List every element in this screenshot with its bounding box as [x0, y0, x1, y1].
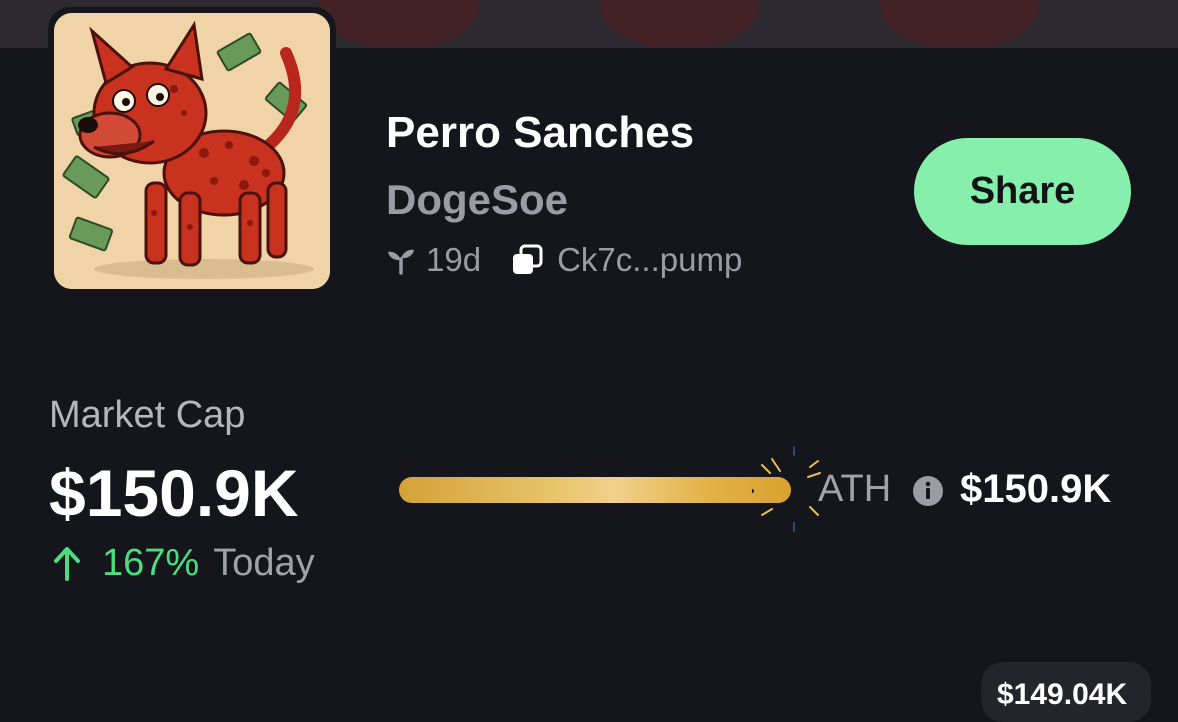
ath-label: ATH: [818, 468, 892, 510]
banner-decoration: [880, 0, 1040, 48]
market-cap-change: 167% Today: [52, 540, 315, 586]
change-percent: 167%: [102, 541, 200, 584]
market-cap-label: Market Cap: [49, 394, 246, 436]
sprout-icon: [388, 249, 414, 275]
price-chip-value: $149.04K: [997, 678, 1128, 711]
ath-progress-bar: [399, 477, 791, 503]
price-chip[interactable]: $149.04K: [981, 662, 1151, 722]
token-meta-row: 19d Ck7c...pump: [386, 238, 742, 282]
ath-progress-fill: [399, 477, 791, 503]
arrow-up-icon: [54, 547, 80, 581]
info-icon[interactable]: [912, 475, 944, 507]
banner-decoration: [320, 0, 480, 48]
market-cap-value: $150.9K: [49, 456, 299, 530]
token-avatar[interactable]: [48, 7, 336, 295]
token-ticker: DogeSoe: [386, 176, 569, 223]
ath-value: $150.9K: [960, 467, 1112, 511]
token-age: 19d: [426, 241, 482, 278]
copy-icon[interactable]: [511, 244, 543, 276]
contract-address[interactable]: Ck7c...pump: [557, 241, 742, 279]
token-name: Perro Sanches: [386, 108, 695, 157]
share-button[interactable]: Share: [914, 138, 1131, 245]
red-dog-with-money-image: [54, 13, 330, 289]
banner-decoration: [600, 0, 760, 48]
change-period: Today: [213, 541, 315, 584]
